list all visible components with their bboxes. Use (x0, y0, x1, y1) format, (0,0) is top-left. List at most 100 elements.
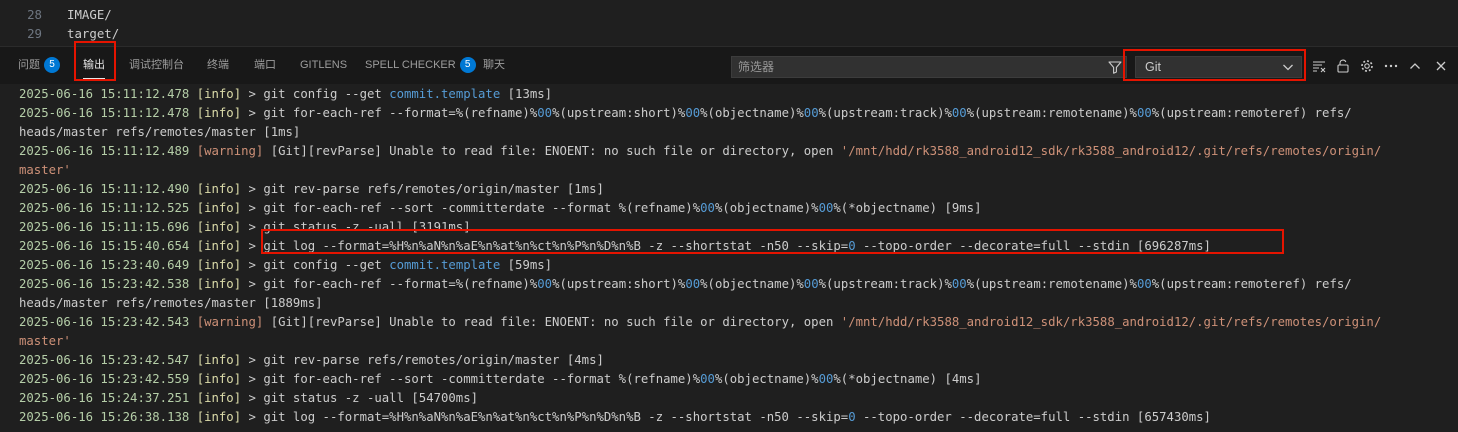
log-segment: 00 (1136, 106, 1152, 120)
log-segment: > git log --format=%H%n%aN%n%aE%n%at%n%c… (241, 239, 849, 253)
log-segment: 00 (951, 106, 967, 120)
log-segment: %(upstream:remotename)% (966, 277, 1137, 291)
log-segment: 2025-06-16 15:23:42.543 (19, 315, 197, 329)
maximize-panel-icon[interactable] (1407, 58, 1423, 74)
log-segment: --topo-order --decorate=full --stdin [65… (855, 410, 1211, 424)
log-segment: '/mnt/hdd/rk3588_android12_sdk/rk3588_an… (840, 144, 1382, 158)
log-line: 2025-06-16 15:15:40.654 [info] > git log… (19, 237, 1211, 256)
editor-line: 28 IMAGE/ (0, 5, 112, 24)
log-line: master' (19, 332, 71, 351)
clear-output-icon[interactable] (1311, 58, 1327, 74)
log-segment: %(objectname)% (714, 372, 819, 386)
log-segment: [info] (196, 258, 242, 272)
log-segment: [info] (196, 239, 242, 253)
more-actions-icon[interactable] (1383, 58, 1399, 74)
log-segment: 00 (803, 106, 819, 120)
tab-label: 调试控制台 (129, 59, 184, 71)
log-segment: 2025-06-16 15:23:42.547 (19, 353, 197, 367)
output-log[interactable]: 2025-06-16 15:11:12.478 [info] > git con… (0, 84, 1458, 432)
log-segment: 2025-06-16 15:23:40.649 (19, 258, 197, 272)
tab-label: 聊天 (483, 59, 505, 71)
log-segment: > git config --get (241, 87, 390, 101)
line-number: 28 (27, 7, 42, 22)
log-segment: > git for-each-ref --sort -committerdate… (241, 372, 701, 386)
log-segment: [info] (196, 277, 242, 291)
tab-problems[interactable]: 问题 5 (18, 47, 60, 84)
log-segment: %(upstream:track)% (818, 106, 952, 120)
output-channel-select[interactable]: Git (1135, 56, 1302, 78)
line-text: target/ (67, 26, 120, 41)
tab-spell-checker[interactable]: SPELL CHECKER 5 (365, 47, 476, 84)
gear-icon[interactable] (1359, 58, 1375, 74)
log-segment: commit.template (389, 258, 501, 272)
selected-channel: Git (1145, 60, 1161, 74)
tab-chat[interactable]: 聊天 (483, 47, 505, 84)
log-segment: 00 (537, 277, 553, 291)
log-line: 2025-06-16 15:23:42.538 [info] > git for… (19, 275, 1352, 294)
log-line: 2025-06-16 15:23:42.543 [warning] [Git][… (19, 313, 1381, 332)
log-segment: [info] (196, 220, 242, 234)
log-segment: '/mnt/hdd/rk3588_android12_sdk/rk3588_an… (840, 315, 1382, 329)
tab-ports[interactable]: 端口 (254, 47, 276, 84)
log-segment: 00 (818, 201, 834, 215)
log-line: 2025-06-16 15:23:42.559 [info] > git for… (19, 370, 981, 389)
tab-terminal[interactable]: 终端 (207, 47, 229, 84)
log-line: 2025-06-16 15:11:12.525 [info] > git for… (19, 199, 981, 218)
filter-box (731, 56, 1127, 78)
log-segment: [info] (196, 106, 242, 120)
lock-scroll-icon[interactable] (1335, 58, 1351, 74)
log-segment: %(upstream:remoteref) refs/ (1151, 277, 1352, 291)
log-segment: %(upstream:short)% (552, 106, 686, 120)
log-segment: heads/master refs/remotes/master [1889ms… (19, 296, 323, 310)
tab-output[interactable]: 输出 (83, 47, 105, 84)
tab-gitlens[interactable]: GITLENS (300, 47, 347, 84)
log-line: 2025-06-16 15:11:12.478 [info] > git con… (19, 85, 552, 104)
log-segment: [info] (196, 353, 242, 367)
log-segment: 2025-06-16 15:11:15.696 (19, 220, 197, 234)
log-segment: 00 (803, 277, 819, 291)
log-segment: %(objectname)% (714, 201, 819, 215)
log-segment: > git rev-parse refs/remotes/origin/mast… (241, 353, 604, 367)
log-segment: 00 (951, 277, 967, 291)
log-segment: 2025-06-16 15:11:12.525 (19, 201, 197, 215)
log-line: heads/master refs/remotes/master [1ms] (19, 123, 300, 142)
log-segment: [warning] (196, 315, 264, 329)
tab-debug-console[interactable]: 调试控制台 (129, 47, 184, 84)
log-segment: 00 (1136, 277, 1152, 291)
log-segment: [Git][revParse] Unable to read file: ENO… (263, 144, 841, 158)
log-segment: [warning] (196, 144, 264, 158)
log-segment: > git log --format=%H%n%aN%n%aE%n%at%n%c… (241, 410, 849, 424)
log-segment: 2025-06-16 15:11:12.489 (19, 144, 197, 158)
log-segment: 2025-06-16 15:11:12.490 (19, 182, 197, 196)
log-segment: [info] (196, 182, 242, 196)
log-segment: [info] (196, 372, 242, 386)
log-segment: master' (19, 163, 71, 177)
panel-header: 问题 5 输出 调试控制台 终端 端口 GITLENS SPELL CHECKER… (0, 46, 1458, 84)
log-segment: [13ms] (500, 87, 553, 101)
editor-area: 28 IMAGE/ 29 target/ (0, 0, 1458, 44)
log-segment: %(upstream:short)% (552, 277, 686, 291)
log-line: 2025-06-16 15:11:12.489 [warning] [Git][… (19, 142, 1381, 161)
log-segment: > git for-each-ref --sort -committerdate… (241, 201, 701, 215)
tab-label: SPELL CHECKER (365, 59, 456, 71)
log-segment: 00 (685, 277, 701, 291)
log-segment: commit.template (389, 87, 501, 101)
log-line: 2025-06-16 15:26:38.138 [info] > git log… (19, 408, 1211, 427)
log-line: 2025-06-16 15:24:37.251 [info] > git sta… (19, 389, 478, 408)
log-segment: %(upstream:remotename)% (966, 106, 1137, 120)
log-segment: > git status -z -uall [54700ms] (241, 391, 479, 405)
log-segment: 00 (537, 106, 553, 120)
filter-icon[interactable] (1107, 59, 1123, 75)
log-segment: [59ms] (500, 258, 553, 272)
log-segment: 00 (818, 372, 834, 386)
log-segment: > git for-each-ref --format=%(refname)% (241, 277, 538, 291)
close-icon[interactable] (1433, 58, 1449, 74)
log-segment: [Git][revParse] Unable to read file: ENO… (263, 315, 841, 329)
filter-input[interactable] (738, 57, 1098, 77)
log-segment: 2025-06-16 15:15:40.654 (19, 239, 197, 253)
editor-line: 29 target/ (0, 24, 119, 43)
log-segment: 2025-06-16 15:11:12.478 (19, 106, 197, 120)
tab-label: 问题 (18, 59, 40, 71)
log-line: 2025-06-16 15:11:12.490 [info] > git rev… (19, 180, 604, 199)
log-segment: [info] (196, 391, 242, 405)
